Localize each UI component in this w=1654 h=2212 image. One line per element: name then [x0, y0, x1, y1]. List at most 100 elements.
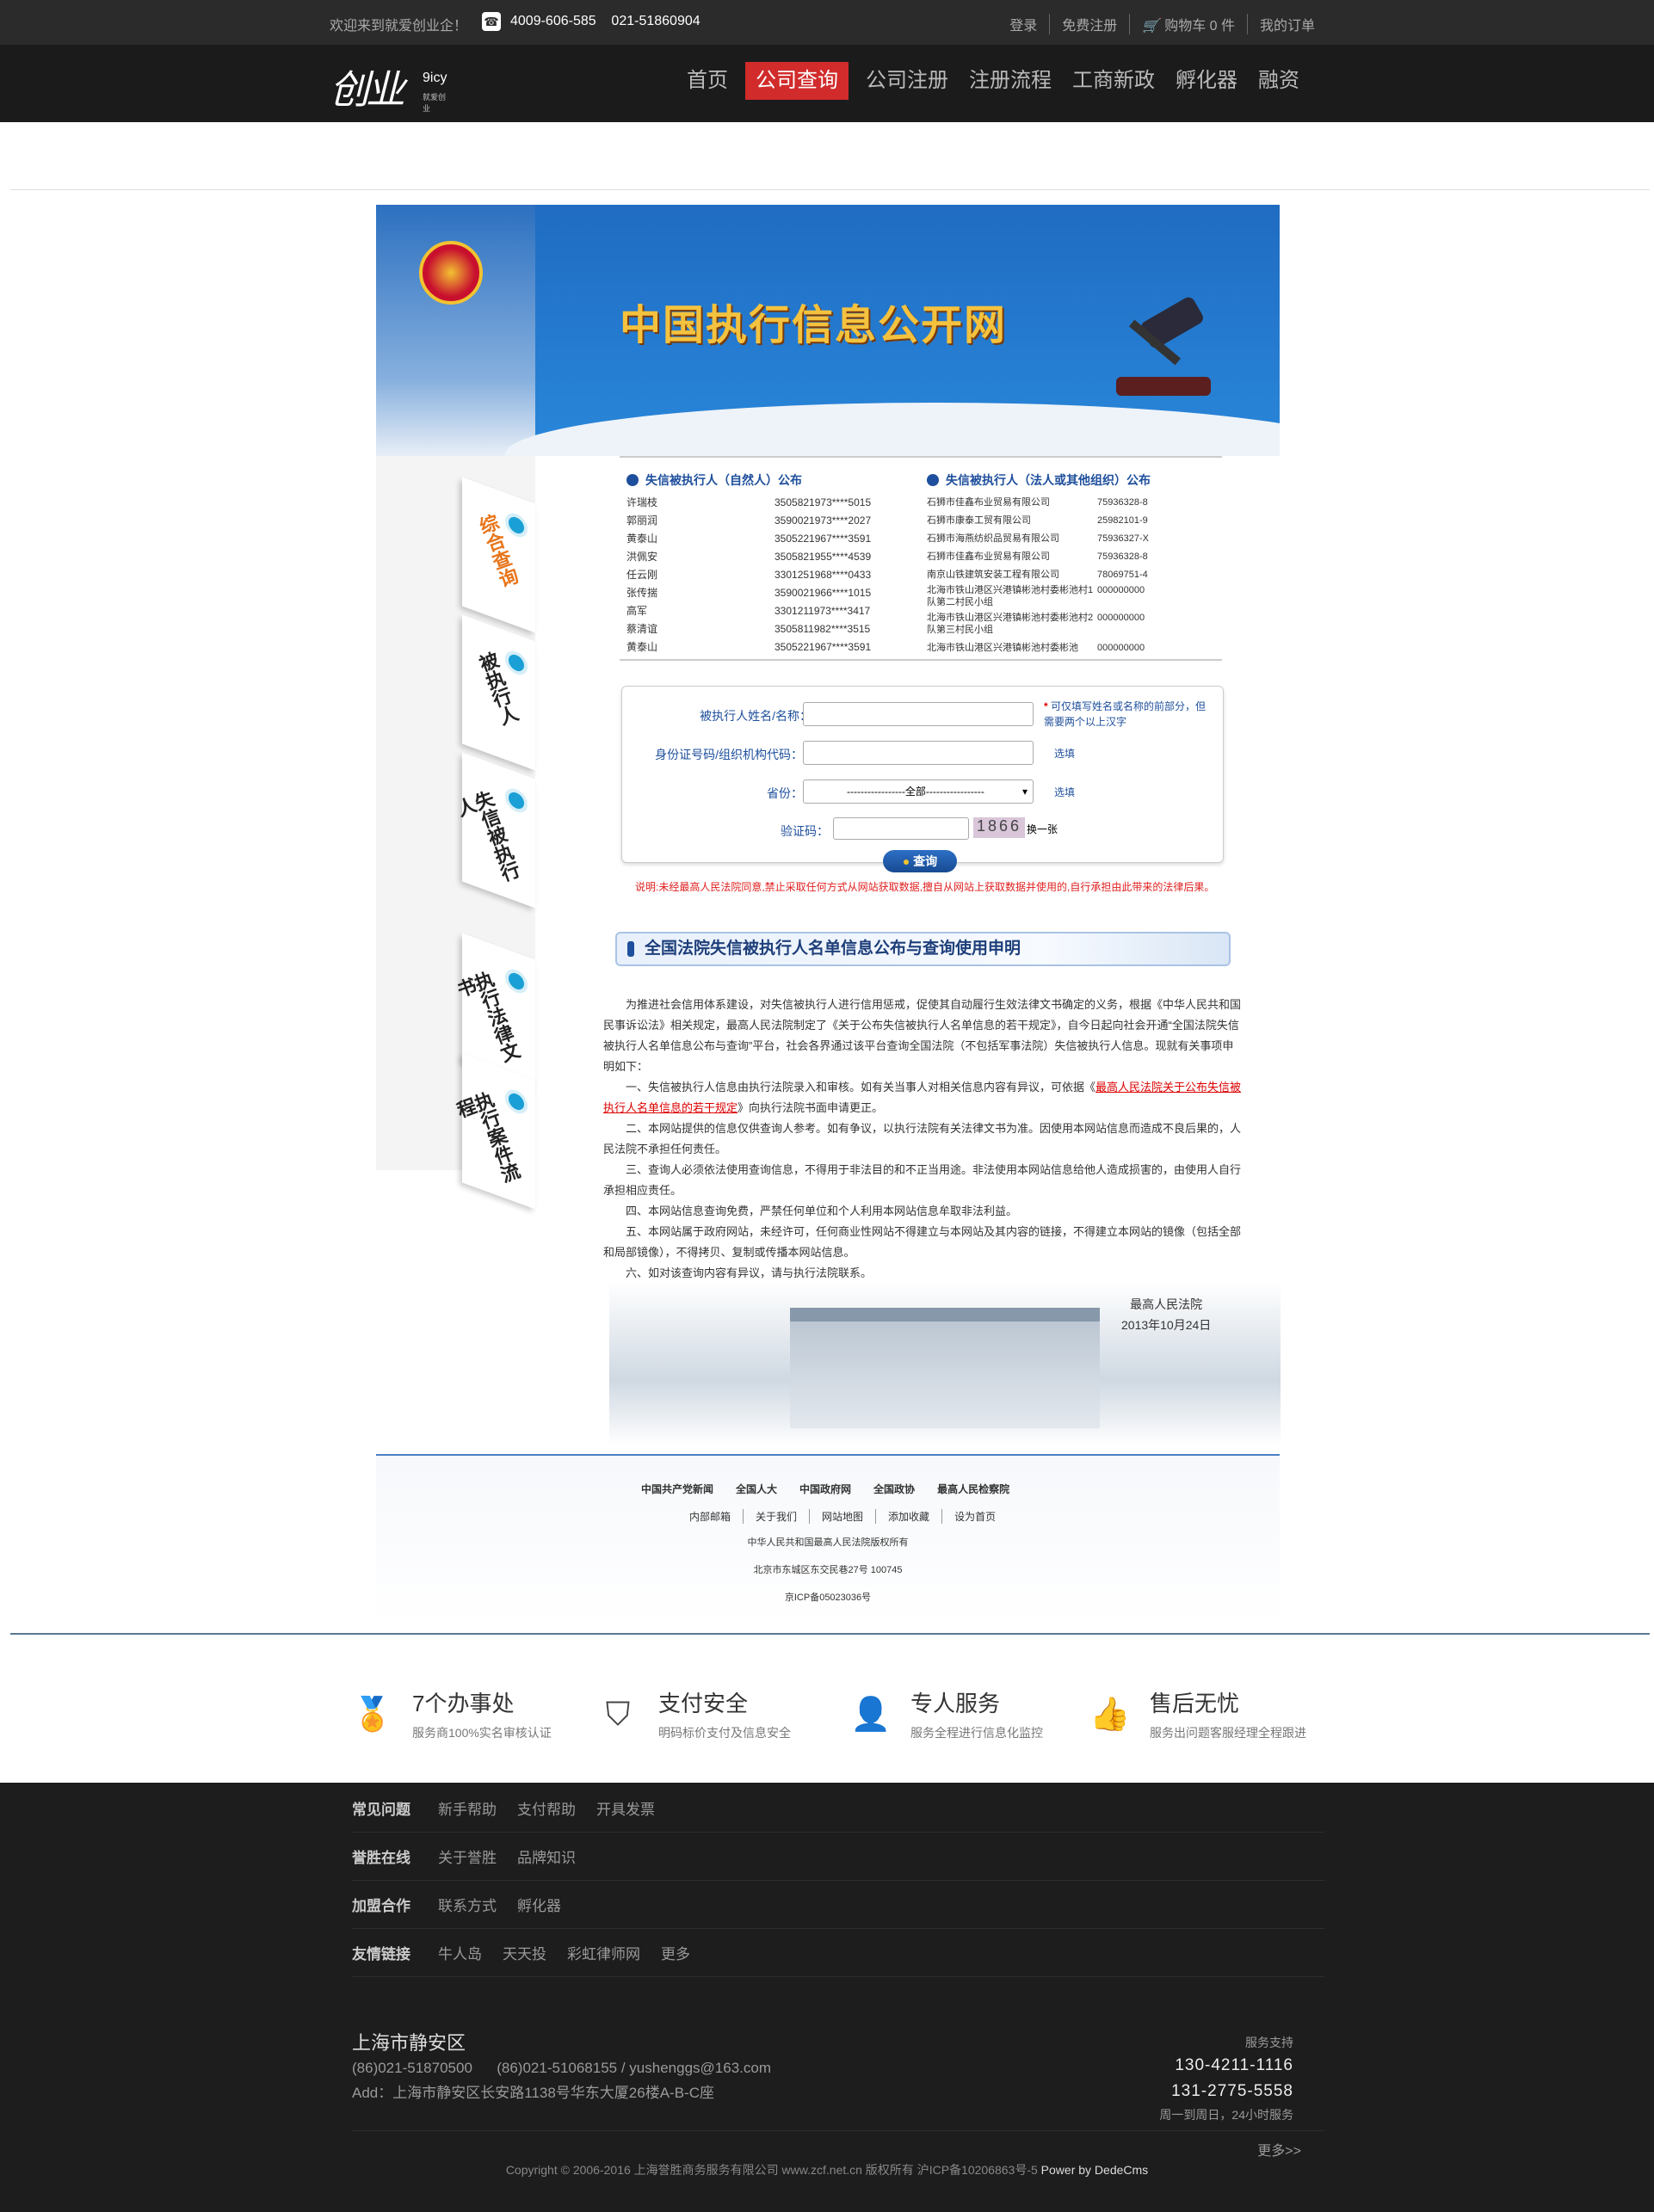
province-hint: 选填 [1054, 786, 1076, 798]
cart-icon: 🛒 [1142, 19, 1160, 34]
footer-link-row: 誉胜在线 关于誉胜 品牌知识 [352, 1833, 1324, 1881]
list-item[interactable]: 任云刚 3301251968****0433 [626, 566, 910, 584]
list-item[interactable]: 石狮市海燕纺织品贸易有限公司 75936327-X [927, 530, 1224, 548]
court-footer-link[interactable]: 内部邮箱 [677, 1509, 743, 1524]
court-footer-link[interactable]: 关于我们 [743, 1509, 809, 1524]
list-item[interactable]: 北海市铁山港区兴港镇彬池村委彬池村2队第三村民小组 000000000 [927, 612, 1224, 639]
nav-item[interactable]: 公司查询 [745, 62, 849, 100]
nav-item[interactable]: 公司注册 [855, 62, 959, 100]
welcome-text: 欢迎来到就爱创业企！ [330, 19, 468, 34]
court-footer: 中国共产党新闻 全国人大 中国政府网 全国政协 最高人民检察院 内部邮箱 关于我们 网站地图… [376, 1454, 1280, 1626]
arrow-icon [626, 474, 639, 486]
court-footer-link[interactable]: 全国政协 [873, 1482, 915, 1496]
list-item[interactable]: 洪佩安 3505821955****4539 [626, 548, 910, 566]
name-input[interactable] [803, 702, 1034, 726]
court-side-tabs: 综合查询 被执行人 失信被执行人 执行法律文书 执行案件流程 [376, 456, 535, 1210]
court-footer-link[interactable]: 中国政府网 [799, 1482, 851, 1496]
list-item[interactable]: 黄泰山 3505221967****3591 [626, 638, 910, 656]
list-item[interactable]: 北海市铁山港区兴港镇彬池村委彬池村1队第二村民小组 000000000 [927, 584, 1224, 612]
footer-link[interactable]: 支付帮助 [517, 1797, 576, 1819]
login-link[interactable]: 登录 [997, 14, 1049, 34]
list-item[interactable]: 石狮市佳鑫布业贸易有限公司 75936328-8 [927, 548, 1224, 566]
shield-check-icon: ⛉ [605, 1697, 631, 1733]
circle-icon [505, 1086, 528, 1118]
register-link[interactable]: 免费注册 [1049, 14, 1129, 34]
footer-link[interactable]: 彩虹律师网 [567, 1942, 640, 1963]
footer-link[interactable]: 天天投 [503, 1942, 546, 1963]
id-input[interactable] [803, 741, 1034, 765]
court-footer-link[interactable]: 最高人民检察院 [937, 1482, 1009, 1496]
feature-item: 🏅 7个办事处 服务商100%实名审核认证 [352, 1691, 552, 1740]
list-item[interactable]: 许瑞枝 3505821973****5015 [626, 494, 910, 512]
footer-link[interactable]: 新手帮助 [438, 1797, 497, 1819]
footer-link[interactable]: 更多 [661, 1942, 690, 1963]
list-item[interactable]: 郭丽润 3590021973****2027 [626, 512, 910, 530]
circle-icon [505, 965, 528, 997]
id-hint: 选填 [1054, 748, 1076, 760]
side-tab[interactable]: 失信被执行人 [452, 752, 535, 909]
user-icon: 👤 [850, 1697, 892, 1733]
statement-signature: 最高人民法院 2013年10月24日 [1121, 1297, 1212, 1332]
phone-icon: ☎ [482, 12, 501, 31]
list-item[interactable]: 高军 3301211973****3417 [626, 602, 910, 620]
side-tab[interactable]: 综合查询 [462, 477, 535, 633]
site-logo[interactable]: 创业 9icy 就爱创业 [330, 53, 450, 114]
list-natural-persons: 失信被执行人（自然人）公布 许瑞枝 3505821973****5015 郭丽润 35… [626, 471, 910, 656]
id-label: 身份证号码/组织机构代码： [655, 748, 803, 761]
captcha-image: 1866 [973, 817, 1025, 838]
top-bar: 欢迎来到就爱创业企！ ☎ 4009-606-585 021-51860904 登… [0, 0, 1654, 45]
footer-link[interactable]: 关于誉胜 [438, 1845, 497, 1867]
list-item[interactable]: 张传揣 3590021966****1015 [626, 584, 910, 602]
court-footer-link[interactable]: 添加收藏 [875, 1509, 941, 1524]
arrow-icon [927, 474, 939, 486]
cart-link[interactable]: 🛒 购物车 0 件 [1129, 14, 1247, 34]
list-item[interactable]: 北海市铁山港区兴港镇彬池村委彬池 000000000 [927, 639, 1224, 657]
list-item[interactable]: 黄泰山 3505221967****3591 [626, 530, 910, 548]
legal-note: 说明:未经最高人民法院同意,禁止采取任何方式从网站获取数据,擅自从网站上获取数据… [635, 881, 1215, 893]
banner-title: 中国执行信息公开网 [620, 303, 1008, 348]
captcha-label: 验证码： [781, 824, 829, 838]
national-emblem-icon [419, 241, 483, 305]
list-item[interactable]: 石狮市康泰工贸有限公司 25982101-9 [927, 512, 1224, 530]
court-footer-link[interactable]: 中国共产党新闻 [641, 1482, 713, 1496]
search-button[interactable]: ● 查询 [883, 850, 957, 872]
footer-link[interactable]: 联系方式 [438, 1894, 497, 1915]
hotline-numbers: 4009-606-585 021-51860904 [510, 14, 700, 28]
list-item[interactable]: 蔡清谊 3505811982****3515 [626, 620, 910, 638]
more-link[interactable]: 更多>> [1257, 2139, 1301, 2160]
footer-link-row: 常见问题 新手帮助 支付帮助 开具发票 [352, 1784, 1324, 1833]
court-footer-link[interactable]: 设为首页 [941, 1509, 1008, 1524]
captcha-input[interactable] [833, 817, 969, 840]
statement-text: 为推进社会信用体系建设，对失信被执行人进行信用惩戒，促使其自动履行生效法律文书确… [603, 998, 1242, 1279]
nav-item[interactable]: 首页 [676, 62, 738, 100]
footer-link[interactable]: 牛人岛 [438, 1942, 482, 1963]
province-select[interactable]: -----------------全部----------------- ▾ [803, 779, 1034, 804]
footer-link-row: 友情链接 牛人岛 天天投 彩虹律师网 更多 [352, 1929, 1324, 1977]
main-nav: 首页 公司查询 公司注册 注册流程 工商新政 孵化器 融资 [676, 62, 1310, 100]
footer-link[interactable]: 品牌知识 [517, 1845, 576, 1867]
captcha-refresh-link[interactable]: 换一张 [1027, 822, 1058, 836]
contact-info: 上海市静安区 (86)021-51870500 (86)021-51068155… [352, 2032, 771, 2101]
court-address: 北京市东城区东交民巷27号 100745 [753, 1565, 903, 1575]
court-footer-link[interactable]: 全国人大 [736, 1482, 777, 1496]
orders-link[interactable]: 我的订单 [1246, 14, 1327, 34]
feature-item: 👤 专人服务 服务全程进行信息化监控 [850, 1691, 1043, 1740]
top-links: 登录 免费注册 🛒 购物车 0 件 我的订单 [997, 14, 1327, 34]
main-nav-bar: 创业 9icy 就爱创业 首页 公司查询 公司注册 注册流程 工商新政 孵化器 融资 [0, 45, 1654, 122]
list-item[interactable]: 石狮市佳鑫布业贸易有限公司 75936328-8 [927, 494, 1224, 512]
side-tab[interactable]: 执行案件流程 [452, 1053, 535, 1210]
footer-link-row: 加盟合作 联系方式 孵化器 [352, 1881, 1324, 1929]
footer-link[interactable]: 孵化器 [517, 1894, 561, 1915]
circle-icon [505, 647, 528, 679]
site-footer: 常见问题 新手帮助 支付帮助 开具发票 誉胜在线 关于誉胜 品牌知识 加盟合作 联系方式 孵化器友… [0, 1783, 1654, 2212]
list-item[interactable]: 南京山铁建筑安装工程有限公司 78069751-4 [927, 566, 1224, 584]
nav-item[interactable]: 工商新政 [1062, 62, 1165, 100]
side-tab[interactable]: 被执行人 [462, 614, 535, 771]
gavel-icon [1116, 297, 1211, 396]
court-footer-link[interactable]: 网站地图 [809, 1509, 875, 1524]
nav-item[interactable]: 孵化器 [1165, 62, 1248, 100]
logo-mark: 创业 [330, 66, 405, 113]
nav-item[interactable]: 注册流程 [959, 62, 1062, 100]
nav-item[interactable]: 融资 [1248, 62, 1310, 100]
footer-link[interactable]: 开具发票 [596, 1797, 655, 1819]
